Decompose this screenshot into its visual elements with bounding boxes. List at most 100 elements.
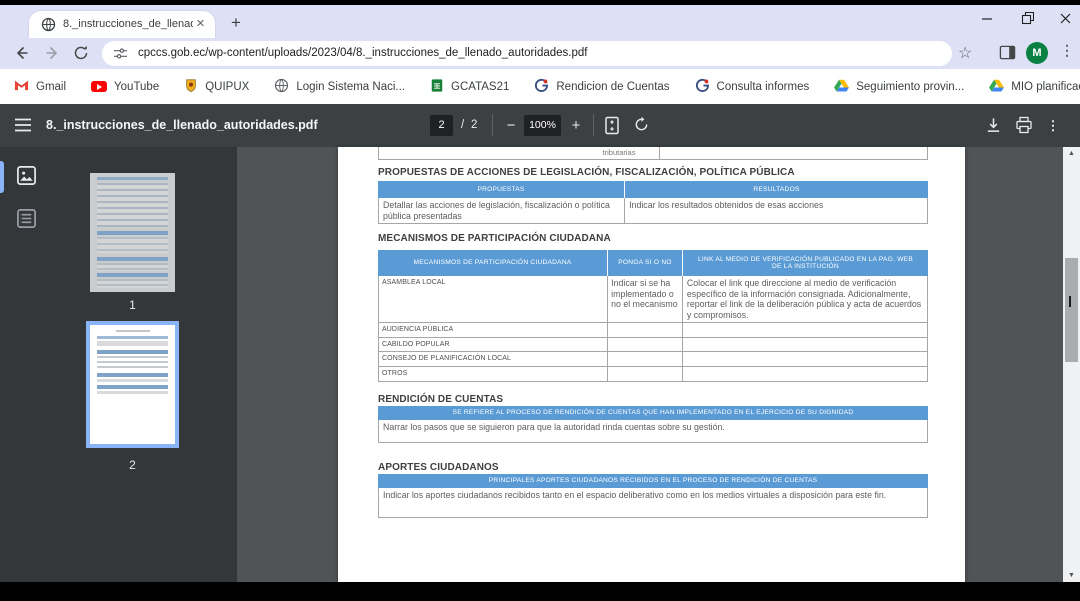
mecanismo-cell: ASAMBLEA LOCAL — [379, 276, 608, 322]
window-minimize-button[interactable] — [972, 9, 1002, 34]
sheets-icon — [430, 78, 444, 96]
page-thumbnail-2-label: 2 — [90, 458, 175, 472]
document-outline-icon[interactable] — [16, 208, 37, 234]
pdf-page-2: tributarias PROPUESTAS DE ACCIONES DE LE… — [338, 147, 965, 582]
col-header: PROPUESTAS — [378, 181, 625, 198]
url-bar[interactable]: cpccs.gob.ec/wp-content/uploads/2023/04/… — [102, 41, 952, 66]
bookmark-login-sistema[interactable]: Login Sistema Naci... — [274, 78, 405, 96]
rotate-icon[interactable] — [633, 116, 650, 138]
aportes-body: Indicar los aportes ciudadanos recibidos… — [378, 488, 928, 518]
fit-page-icon[interactable] — [603, 116, 621, 140]
link-cell: Colocar el link que direccione al medio … — [683, 276, 927, 322]
reload-button[interactable] — [72, 44, 92, 64]
download-icon[interactable] — [985, 116, 1002, 139]
site-settings-icon[interactable] — [113, 46, 128, 66]
pdf-toolbar: 8._instrucciones_de_llenado_autoridades.… — [0, 104, 1080, 147]
mecanismo-cell: OTROS — [379, 367, 608, 381]
toolbar-divider — [593, 114, 594, 136]
print-icon[interactable] — [1015, 116, 1033, 139]
ponga-cell — [608, 338, 683, 351]
globe-icon — [274, 78, 289, 96]
page-separator: / — [461, 104, 464, 147]
text-cursor — [1069, 296, 1071, 307]
table-cell: Indicar los resultados obtenidos de esas… — [625, 198, 927, 223]
scroll-down-arrow-icon[interactable]: ▼ — [1063, 569, 1080, 582]
bookmark-quipux[interactable]: QUIPUX — [184, 78, 249, 96]
table-mecanismos: MECANISMOS DE PARTICIPACIÓN CIUDADANA PO… — [378, 250, 928, 382]
table-row: AUDIENCIA PÚBLICA — [378, 323, 928, 338]
col-header: LINK AL MEDIO DE VERIFICACIÓN PUBLICADO … — [683, 250, 928, 276]
tab-active[interactable]: 8._instrucciones_de_llenado_autoridades.… — [29, 11, 215, 38]
section-title-propuestas: PROPUESTAS DE ACCIONES DE LEGISLACIÓN, F… — [378, 167, 795, 178]
col-header: RESULTADOS — [625, 181, 928, 198]
tab-strip: 8._instrucciones_de_llenado_autoridades.… — [0, 5, 1080, 38]
table-row: CONSEJO DE PLANIFICACIÓN LOCAL — [378, 352, 928, 367]
browser-menu-icon[interactable]: ⋮ — [1060, 42, 1074, 59]
zoom-out-button[interactable]: − — [500, 104, 522, 147]
partial-cell-text: tributarias — [549, 148, 689, 157]
link-cell — [683, 338, 927, 351]
zoom-in-button[interactable]: + — [565, 104, 587, 147]
table-cell: Detallar las acciones de legislación, fi… — [379, 198, 625, 223]
table-row: OTROS — [378, 367, 928, 382]
bookmark-gmail[interactable]: Gmail — [14, 79, 66, 94]
pdf-menu-icon[interactable] — [14, 117, 32, 138]
window-restore-button[interactable] — [1012, 9, 1042, 34]
table-row: CABILDO POPULAR — [378, 338, 928, 352]
drive-icon — [834, 79, 849, 95]
ponga-cell: Indicar si se ha implementado o no el me… — [608, 276, 683, 322]
table-propuestas: PROPUESTAS RESULTADOS Detallar las accio… — [378, 181, 928, 224]
side-panel-icon[interactable] — [999, 44, 1016, 66]
new-tab-button[interactable]: + — [226, 13, 246, 33]
window-close-button[interactable] — [1050, 9, 1080, 34]
thumbnails-view-icon[interactable] — [16, 165, 37, 191]
col-header: PONGA SI O NO — [608, 250, 683, 276]
bookmark-seguimiento[interactable]: Seguimiento provin... — [834, 79, 964, 95]
back-button[interactable] — [13, 44, 33, 64]
gmail-icon — [14, 79, 29, 94]
page-thumbnail-1-label: 1 — [90, 298, 175, 312]
scroll-up-arrow-icon[interactable]: ▲ — [1063, 147, 1080, 160]
forward-button[interactable] — [43, 44, 63, 64]
tab-close-icon[interactable]: ✕ — [193, 17, 208, 32]
mecanismo-cell: CABILDO POPULAR — [379, 338, 608, 351]
rendicion-body: Narrar los pasos que se siguieron para q… — [378, 420, 928, 443]
pdf-more-options-icon[interactable]: ⋮ — [1046, 104, 1060, 147]
ponga-cell — [608, 323, 683, 337]
mecanismo-cell: CONSEJO DE PLANIFICACIÓN LOCAL — [379, 352, 608, 366]
bookmark-gcatas21[interactable]: GCATAS21 — [430, 78, 509, 96]
bookmark-mio-planificacion[interactable]: MIO planificacion y... — [989, 79, 1080, 95]
page-number-input[interactable]: 2 — [430, 115, 453, 136]
section-title-mecanismos: MECANISMOS DE PARTICIPACIÓN CIUDADANA — [378, 233, 611, 244]
link-cell — [683, 367, 927, 381]
sidebar-selected-indicator — [0, 161, 4, 193]
drive-icon — [989, 79, 1004, 95]
bookmark-rendicion-cuentas[interactable]: Rendicion de Cuentas — [534, 78, 669, 96]
link-cell — [683, 352, 927, 366]
url-text: cpccs.gob.ec/wp-content/uploads/2023/04/… — [138, 41, 587, 66]
bookmark-consulta-informes[interactable]: Consulta informes — [695, 78, 810, 96]
bookmark-youtube[interactable]: YouTube — [91, 81, 159, 93]
cpccs-icon — [534, 78, 549, 96]
browser-window: 8._instrucciones_de_llenado_autoridades.… — [0, 5, 1080, 582]
page-thumbnail-2-selected[interactable] — [86, 321, 179, 448]
tab-title: 8._instrucciones_de_llenado_autoridades.… — [63, 11, 193, 38]
quipux-shield-icon — [184, 78, 198, 96]
profile-avatar[interactable]: M — [1026, 42, 1048, 64]
pdf-viewer: 1 2 tributarias PROPUE — [0, 147, 1080, 582]
table-row: ASAMBLEA LOCAL Indicar si se ha implemen… — [378, 276, 928, 323]
vertical-scrollbar[interactable]: ▲ ▼ — [1063, 147, 1080, 582]
page-thumbnail-1[interactable] — [90, 173, 175, 292]
youtube-icon — [91, 81, 107, 92]
ponga-cell — [608, 367, 683, 381]
bookmark-star-icon[interactable]: ☆ — [958, 43, 972, 63]
zoom-level-input[interactable]: 100% — [524, 115, 561, 136]
cpccs-icon — [695, 78, 710, 96]
page-total: 2 — [471, 104, 477, 147]
bookmarks-bar: Gmail YouTube QUIPUX Login Sistema Naci.… — [0, 69, 1080, 104]
scrollbar-thumb[interactable] — [1065, 258, 1078, 362]
toolbar-divider — [492, 114, 493, 136]
ponga-cell — [608, 352, 683, 366]
mecanismo-cell: AUDIENCIA PÚBLICA — [379, 323, 608, 337]
link-cell — [683, 323, 927, 337]
